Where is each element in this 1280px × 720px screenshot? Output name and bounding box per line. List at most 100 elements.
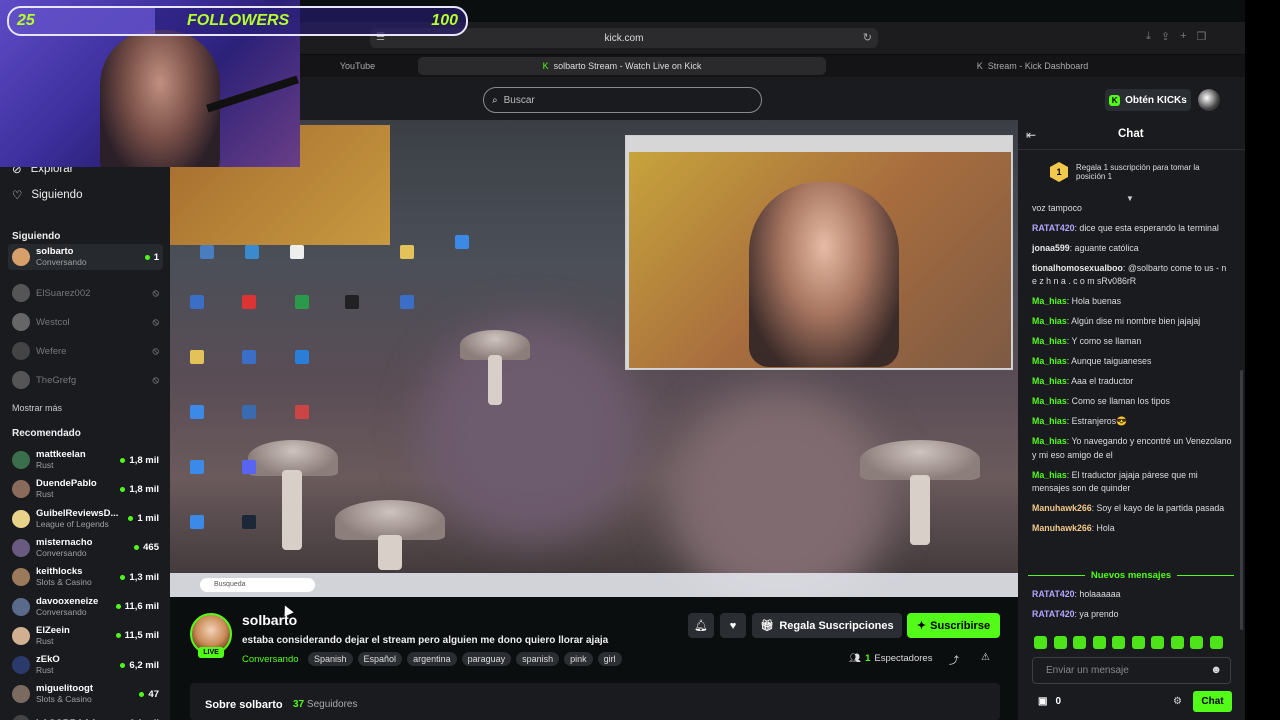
sidebar-channel[interactable]: keithlocks Slots & Casino 1,3 mil bbox=[8, 564, 163, 590]
chat-username[interactable]: jonaa599 bbox=[1032, 243, 1070, 253]
chat-scrollbar[interactable] bbox=[1240, 370, 1243, 630]
recommended-heading: Recomendado bbox=[12, 428, 81, 439]
sidebar-channel[interactable]: DuendePablo Rust 1,8 mil bbox=[8, 476, 163, 502]
sidebar-channel[interactable]: ElSuarez002 ⦸ bbox=[8, 280, 163, 306]
get-kicks-button[interactable]: K Obtén KICKs bbox=[1105, 89, 1191, 111]
channel-meta: mattkeelan Rust bbox=[36, 449, 128, 471]
sidebar-channel[interactable]: mattkeelan Rust 1,8 mil bbox=[8, 447, 163, 473]
sidebar-channel[interactable]: GuibelReviewsD... League of Legends 1 mil bbox=[8, 506, 163, 532]
emote-icon[interactable] bbox=[1190, 636, 1203, 649]
chat-message: tionalhomosexualboo: @solbarto come to u… bbox=[1032, 262, 1232, 289]
sidebar-channel[interactable]: TheGrefg ⦸ bbox=[8, 367, 163, 393]
kicks-balance[interactable]: ▣ 0 bbox=[1038, 696, 1061, 707]
stream-category[interactable]: Conversando bbox=[242, 654, 299, 665]
chat-username[interactable]: RATAT420 bbox=[1032, 589, 1075, 599]
channel-avatar bbox=[12, 371, 30, 389]
show-more-link[interactable]: Mostrar más bbox=[12, 403, 62, 413]
chat-send-button[interactable]: Chat bbox=[1193, 691, 1232, 712]
emote-icon[interactable] bbox=[1209, 636, 1223, 649]
emote-icon[interactable] bbox=[1053, 636, 1067, 649]
stream-tag[interactable]: girl bbox=[597, 652, 622, 666]
chat-username[interactable]: Ma_hias bbox=[1032, 356, 1067, 366]
emote-icon[interactable] bbox=[1151, 636, 1164, 649]
chat-username[interactable]: tionalhomosexualboo bbox=[1032, 263, 1123, 273]
chat-username[interactable]: Ma_hias bbox=[1032, 376, 1067, 386]
video-player[interactable]: Busqueda bbox=[170, 120, 1018, 597]
share-icon[interactable]: ⇪ bbox=[1161, 30, 1170, 43]
stream-tag[interactable]: Español bbox=[357, 652, 403, 666]
chat-username[interactable]: Ma_hias bbox=[1032, 416, 1067, 426]
tab-kick-stream[interactable]: Ksolbarto Stream - Watch Live on Kick bbox=[418, 57, 826, 75]
collapse-chat-icon[interactable]: ⇤ bbox=[1026, 128, 1036, 142]
chat-title: Chat bbox=[1118, 128, 1144, 140]
chat-username[interactable]: Ma_hias bbox=[1032, 436, 1067, 446]
live-dot bbox=[115, 633, 121, 639]
viewer-number: 1 bbox=[153, 251, 159, 263]
chat-text: Como se llaman los tipos bbox=[1071, 396, 1170, 407]
notifications-button[interactable]: 🔔︎ bbox=[688, 613, 714, 638]
viewer-number: 1,8 mil bbox=[129, 483, 159, 495]
emote-icon[interactable] bbox=[1073, 636, 1086, 649]
emote-icon[interactable] bbox=[1034, 636, 1047, 649]
sidebar-channel[interactable]: Westcol ⦸ bbox=[8, 309, 163, 335]
gift-rank-text: Regala 1 suscripción para tomar la posic… bbox=[1076, 163, 1200, 181]
desktop-icon bbox=[190, 295, 204, 309]
sidebar-channel[interactable]: davooxeneize Conversando 11,6 mil bbox=[8, 594, 163, 620]
chat-text: Soy el kayo de la partida pasada bbox=[1096, 503, 1225, 514]
channel-category: League of Legends bbox=[36, 518, 109, 529]
sidebar-channel[interactable]: LACOBRAAA6,1 mil bbox=[8, 711, 163, 720]
chat-username[interactable]: Manuhawk266 bbox=[1032, 523, 1092, 533]
stream-tag[interactable]: argentina bbox=[407, 652, 457, 666]
emote-icon[interactable] bbox=[1112, 636, 1125, 649]
reload-icon[interactable]: ↻ bbox=[863, 31, 872, 44]
stream-tag[interactable]: Spanish bbox=[308, 652, 353, 666]
viewer-count-number: 1 bbox=[865, 653, 871, 664]
chat-username[interactable]: Ma_hias bbox=[1032, 470, 1067, 480]
emote-icon[interactable] bbox=[1131, 636, 1145, 649]
chat-username[interactable]: Ma_hias bbox=[1032, 296, 1067, 306]
download-icon[interactable]: ⤓ bbox=[1146, 30, 1151, 43]
chat-input[interactable]: Enviar un mensaje ☻ bbox=[1032, 657, 1231, 684]
stream-tag[interactable]: pink bbox=[564, 652, 593, 666]
chat-username[interactable]: Ma_hias bbox=[1032, 396, 1067, 406]
stream-tag[interactable]: paraguay bbox=[461, 652, 512, 666]
viewer-number: 11,6 mil bbox=[124, 601, 159, 612]
channel-viewers: 1 bbox=[144, 251, 159, 263]
desktop-icon bbox=[242, 295, 256, 309]
sidebar-channel[interactable]: ElZeein Rust 11,5 mil bbox=[8, 623, 163, 649]
tab-overview-icon[interactable]: ❐ bbox=[1197, 30, 1207, 43]
chat-username[interactable]: Ma_hias bbox=[1032, 336, 1067, 346]
chat-username[interactable]: Ma_hias bbox=[1032, 316, 1067, 326]
emoji-icon[interactable]: ☻ bbox=[1210, 658, 1222, 683]
gift-subs-button[interactable]: 🎁︎ Regala Suscripciones bbox=[752, 613, 902, 638]
sidebar-channel[interactable]: misternacho Conversando 465 bbox=[8, 535, 163, 561]
chat-username[interactable]: RATAT420 bbox=[1032, 223, 1075, 233]
stream-tag[interactable]: spanish bbox=[516, 652, 560, 666]
new-tab-icon[interactable]: + bbox=[1180, 30, 1186, 43]
emote-icon[interactable] bbox=[1092, 636, 1106, 649]
share-icon[interactable]: ⤴ bbox=[949, 652, 959, 667]
chat-message: Ma_hias: Algún dise mi nombre bien jajaj… bbox=[1032, 315, 1232, 328]
about-followers: 37 Seguidores bbox=[293, 699, 358, 710]
report-icon[interactable]: ⚠ bbox=[981, 652, 990, 663]
emote-icon[interactable] bbox=[1170, 636, 1184, 649]
camera-feed bbox=[629, 152, 1011, 368]
user-avatar[interactable] bbox=[1198, 89, 1220, 111]
subscribe-button[interactable]: ✦ Suscribirse bbox=[907, 613, 1000, 638]
tab-kick-dashboard[interactable]: K Stream - Kick Dashboard bbox=[830, 57, 1235, 75]
sidebar-channel[interactable]: zEkO Rust 6,2 mil bbox=[8, 652, 163, 678]
chat-username[interactable]: RATAT420 bbox=[1032, 609, 1075, 619]
channel-viewers: 465 bbox=[134, 542, 159, 553]
sidebar-channel[interactable]: solbarto Conversando 1 bbox=[8, 244, 163, 270]
tab-youtube[interactable]: YouTube bbox=[300, 57, 415, 75]
follow-button[interactable]: ♥ bbox=[720, 613, 746, 638]
tab-label: Stream - Kick Dashboard bbox=[987, 61, 1089, 71]
sidebar-channel[interactable]: Wefere ⦸ bbox=[8, 338, 163, 364]
gear-icon[interactable]: ⚙ bbox=[1173, 696, 1182, 707]
search-input[interactable]: ⌕ Buscar bbox=[483, 87, 762, 113]
chat-username[interactable]: Manuhawk266 bbox=[1032, 503, 1092, 513]
nav-following[interactable]: ♡ Siguiendo bbox=[12, 188, 82, 202]
followers-goal-max: 100 bbox=[431, 12, 458, 29]
desktop-icon bbox=[245, 245, 259, 259]
sidebar-channel[interactable]: miguelitoogt Slots & Casino 47 bbox=[8, 681, 163, 707]
